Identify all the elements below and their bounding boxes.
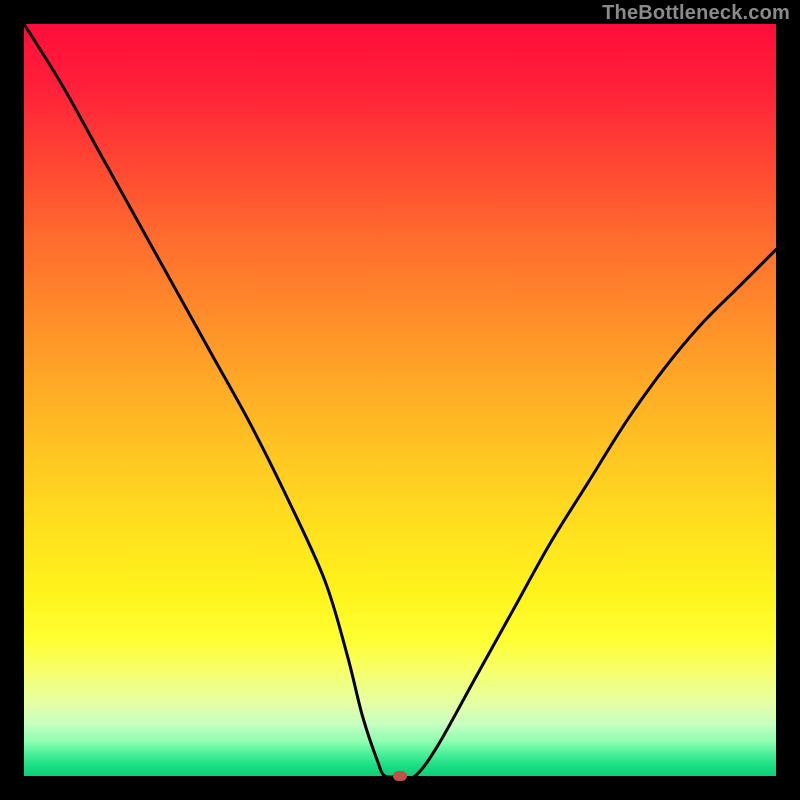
bottleneck-curve xyxy=(24,24,776,776)
gradient-plot-area xyxy=(24,24,776,776)
curve-path xyxy=(24,24,776,776)
chart-frame: TheBottleneck.com xyxy=(0,0,800,800)
optimal-point-marker xyxy=(393,771,407,781)
watermark-text: TheBottleneck.com xyxy=(602,2,790,25)
